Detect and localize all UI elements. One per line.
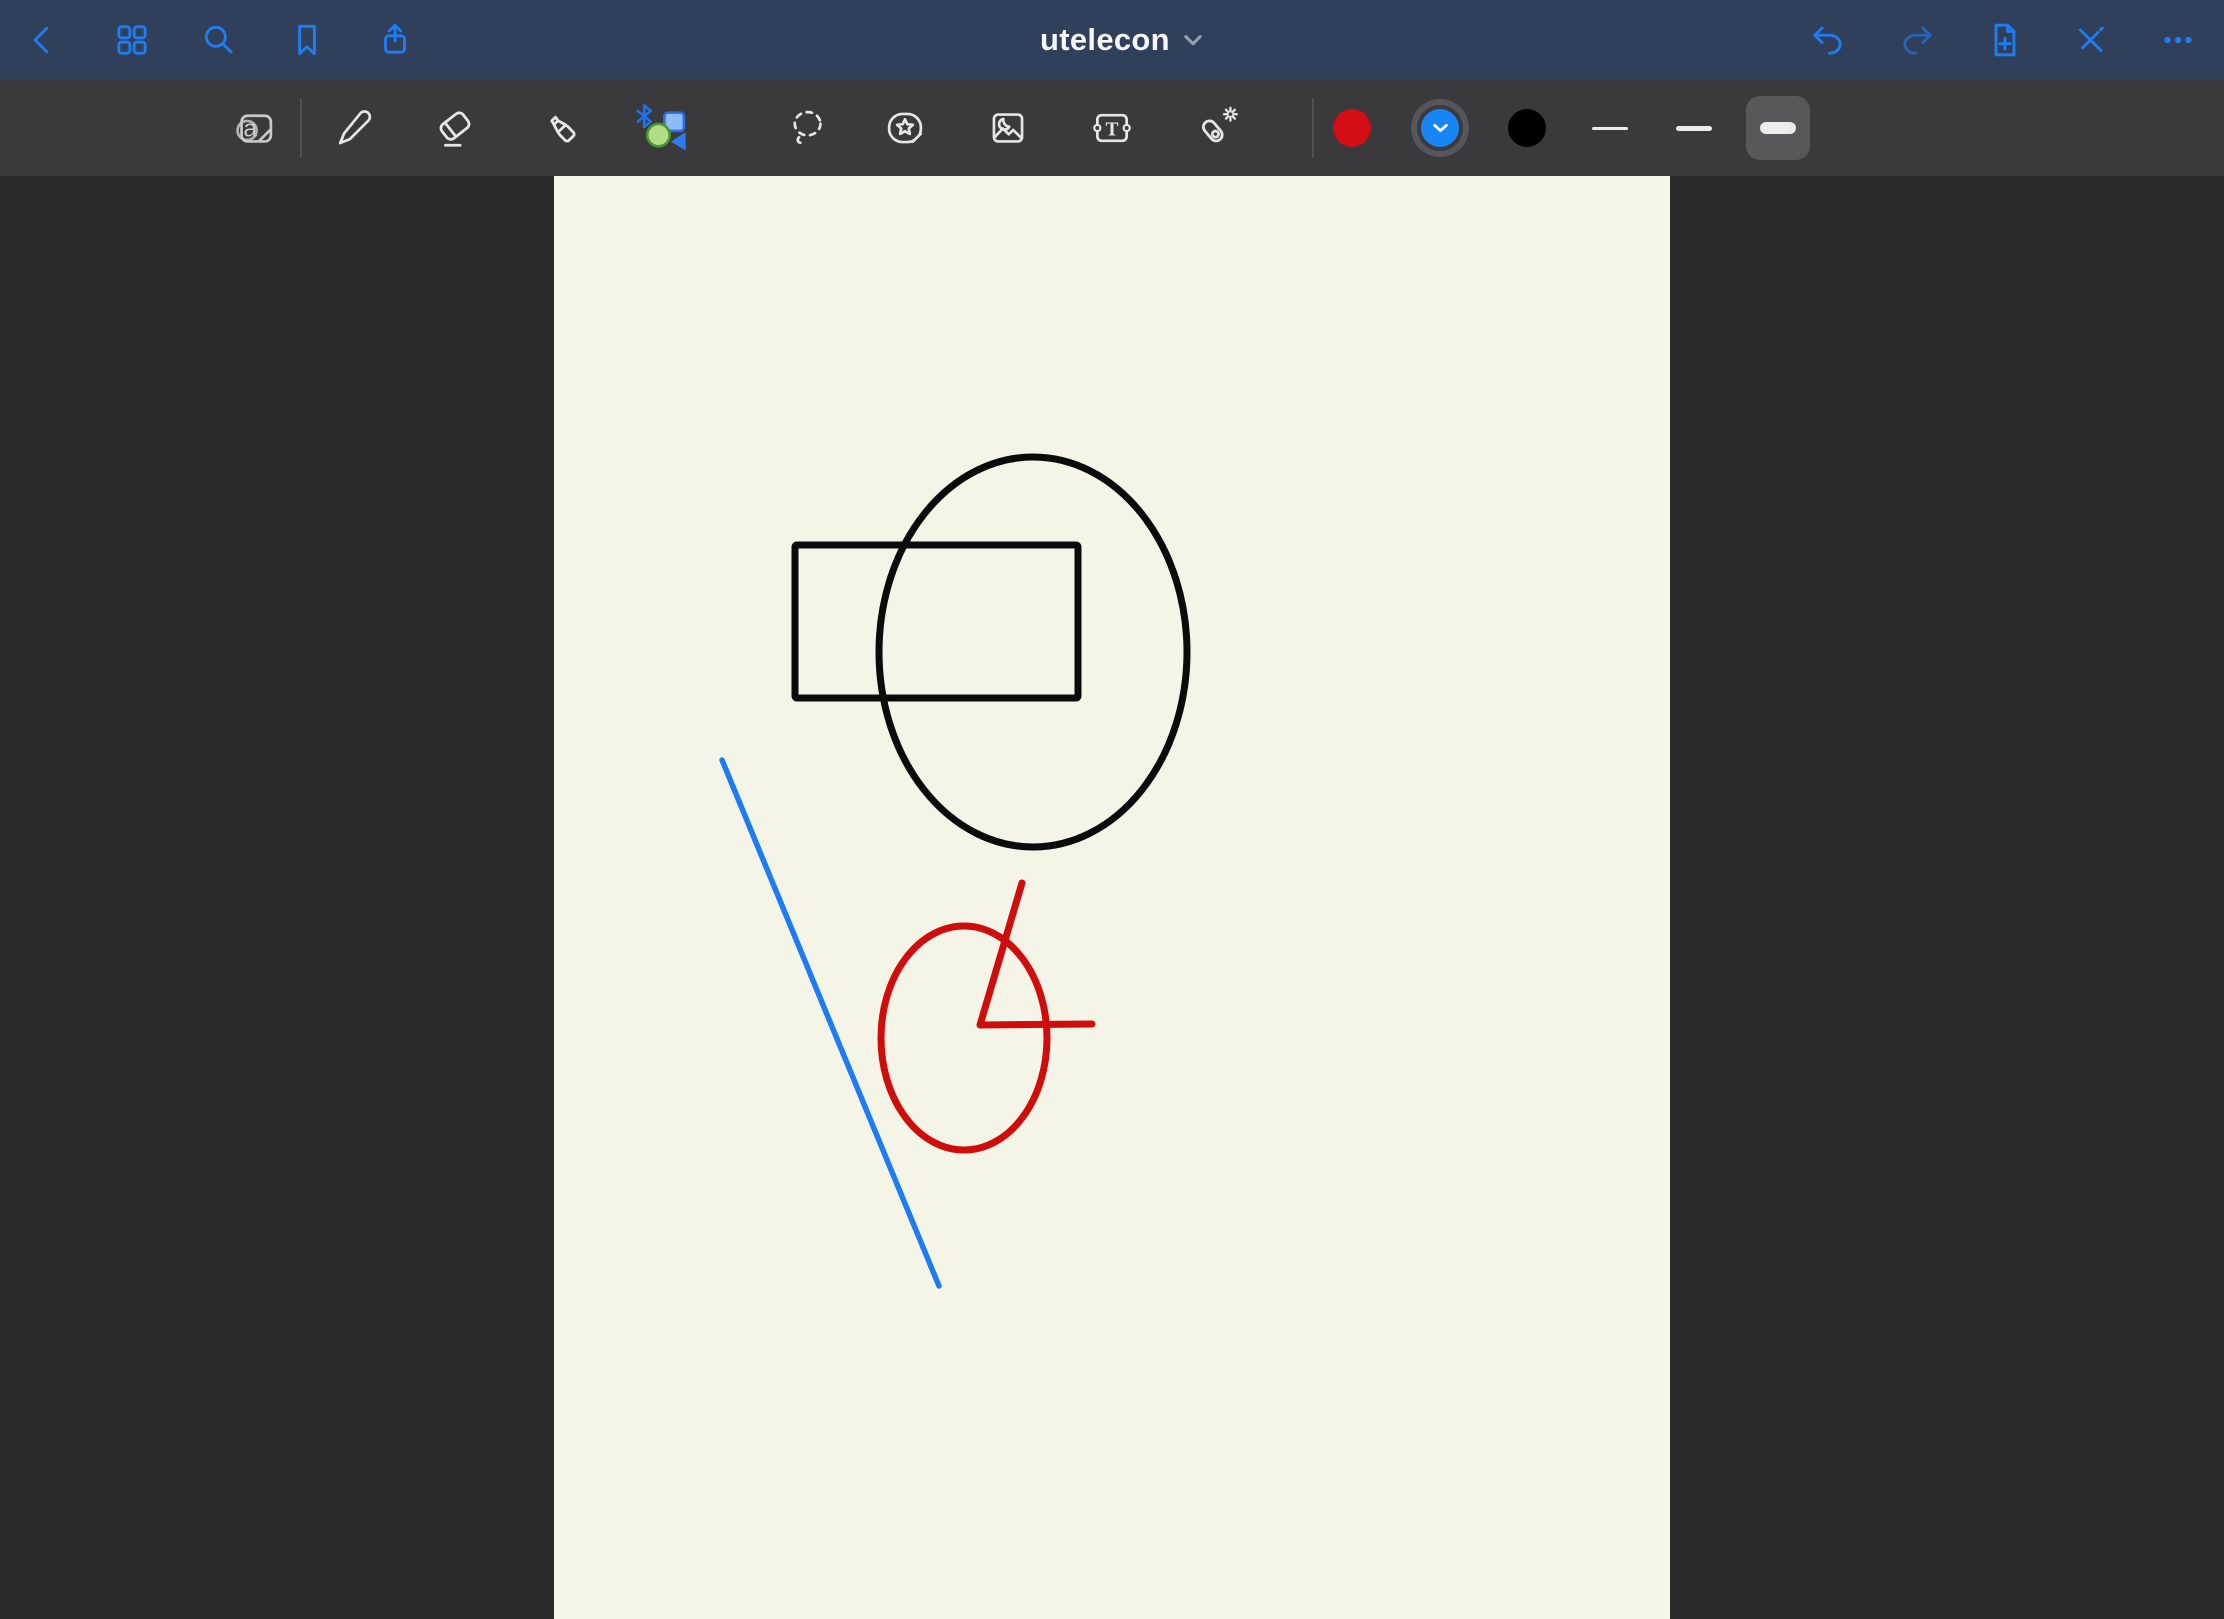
share-icon (376, 21, 414, 59)
elements-star-icon (882, 106, 928, 150)
color-swatch-black[interactable] (1499, 100, 1555, 156)
ellipsis-icon (2159, 21, 2197, 59)
ink-layer (0, 176, 2224, 1619)
pen-icon (333, 106, 377, 150)
thick-stroke-preview (1760, 122, 1796, 134)
text-tool[interactable]: T (1076, 88, 1148, 168)
sparkle-icon (1224, 108, 1237, 121)
stroke-width-thick[interactable] (1746, 96, 1810, 160)
toolbar-separator (1312, 98, 1314, 158)
ink-stroke-ellipse (881, 926, 1047, 1150)
redo-icon (1898, 21, 1936, 59)
stroke-width-thin[interactable] (1578, 96, 1642, 160)
pen-tool[interactable] (319, 88, 391, 168)
color-swatch-blue[interactable] (1412, 100, 1468, 156)
add-page-button[interactable] (1977, 10, 2033, 70)
redo-button[interactable] (1889, 10, 1945, 70)
chevron-down-icon (1184, 35, 1202, 46)
lasso-icon (785, 106, 829, 150)
stop-editing-button[interactable] (2063, 10, 2119, 70)
nav-bar: utelecon (0, 0, 2224, 80)
ink-stroke-polyline (980, 883, 1092, 1025)
medium-stroke-preview (1676, 126, 1712, 131)
laser-pointer-tool[interactable] (1181, 88, 1253, 168)
lasso-tool[interactable] (771, 88, 843, 168)
back-button[interactable] (15, 10, 71, 70)
tool-bar: a (0, 80, 2224, 176)
eraser-tool[interactable] (419, 88, 491, 168)
shapes-tool[interactable] (626, 88, 698, 168)
thin-stroke-preview (1592, 127, 1628, 130)
eraser-icon (432, 105, 478, 151)
bookmark-icon (288, 21, 326, 59)
ink-stroke-rect (795, 545, 1078, 698)
stroke-width-medium[interactable] (1662, 96, 1726, 160)
svg-text:a: a (243, 116, 257, 143)
shapes-icon (636, 103, 688, 153)
black-color-dot (1508, 109, 1546, 147)
bookmark-button[interactable] (279, 10, 335, 70)
pages-grid-icon (113, 21, 151, 59)
svg-text:T: T (1105, 119, 1118, 140)
laser-pointer-icon (1194, 105, 1240, 151)
back-icon (25, 22, 61, 58)
toolbar-separator (300, 98, 302, 158)
chevron-down-icon (1433, 124, 1448, 133)
ink-stroke-ellipse (879, 457, 1187, 847)
document-title-button[interactable]: utelecon (1040, 0, 1202, 80)
image-tool[interactable] (972, 88, 1044, 168)
elements-tool[interactable] (869, 88, 941, 168)
ink-stroke-line (722, 760, 939, 1286)
search-icon (200, 21, 238, 59)
undo-icon (1809, 21, 1847, 59)
highlighter-tool[interactable] (524, 88, 596, 168)
zoom-window-icon: a (233, 106, 277, 150)
color-swatch-red[interactable] (1324, 100, 1380, 156)
more-button[interactable] (2150, 10, 2206, 70)
share-button[interactable] (367, 10, 423, 70)
page-title: utelecon (1040, 22, 1170, 58)
undo-button[interactable] (1800, 10, 1856, 70)
add-page-icon (1986, 21, 2024, 59)
search-button[interactable] (191, 10, 247, 70)
image-icon (986, 106, 1030, 150)
pages-overview-button[interactable] (104, 10, 160, 70)
text-box-icon: T (1090, 106, 1134, 150)
app-window: utelecon (0, 0, 2224, 1619)
stop-editing-pen-icon (2072, 21, 2110, 59)
canvas-area (0, 176, 2224, 1619)
red-color-dot (1333, 109, 1371, 147)
blue-color-dot (1421, 109, 1459, 147)
bluetooth-icon (638, 106, 651, 127)
highlighter-icon (537, 105, 583, 151)
zoom-window-tool[interactable]: a (219, 88, 291, 168)
